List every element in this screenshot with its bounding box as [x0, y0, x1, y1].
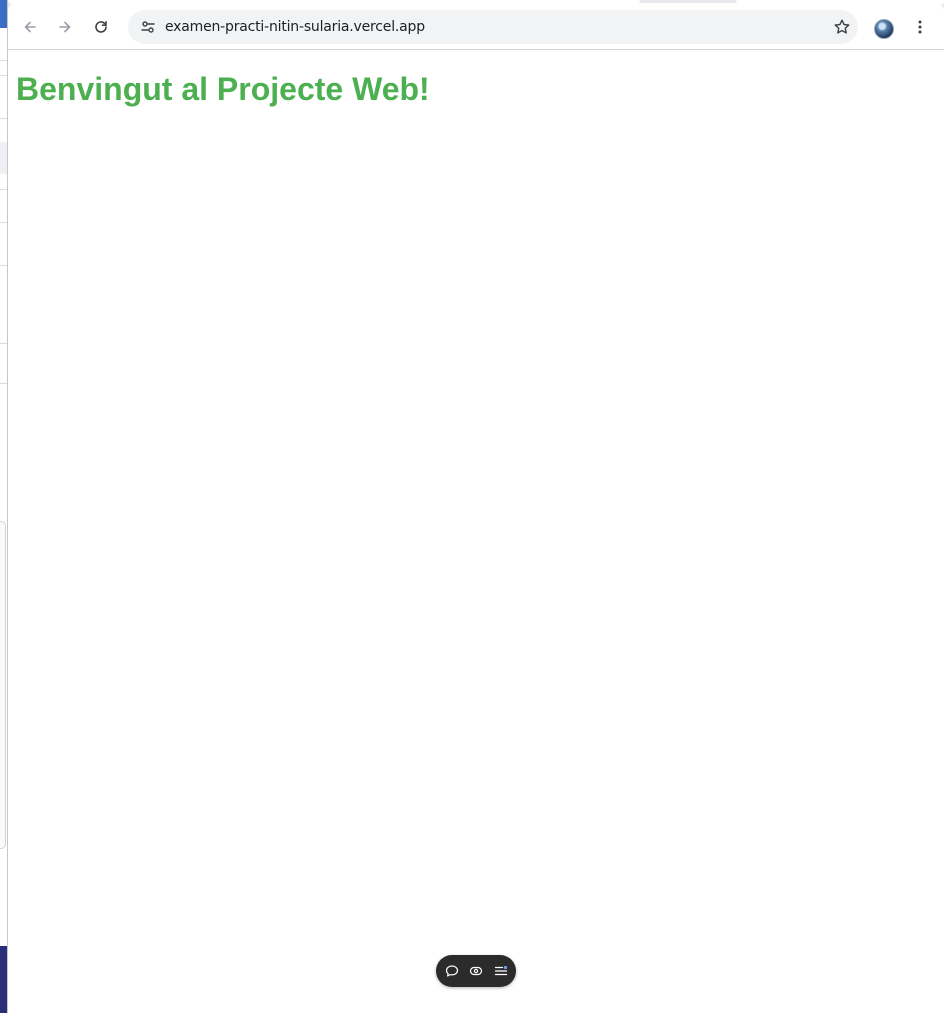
browser-toolbar: examen-practi-nitin-sularia.vercel.app [8, 3, 944, 50]
star-outline-icon [834, 19, 850, 34]
eye-toggle-icon [469, 966, 483, 976]
reload-button[interactable] [85, 11, 117, 43]
tune-icon [141, 21, 155, 33]
kebab-menu-icon [918, 20, 922, 34]
comment-icon [445, 965, 458, 977]
reload-icon [95, 21, 107, 33]
page-content: Benvingut al Projecte Web! [8, 50, 944, 1013]
floating-toolbar [436, 955, 516, 987]
site-info-button[interactable] [132, 11, 164, 43]
profile-avatar[interactable] [874, 19, 894, 39]
bookmark-button[interactable] [826, 11, 858, 43]
screen: examen-practi-nitin-sularia.vercel.app B… [0, 0, 944, 1013]
address-bar[interactable]: examen-practi-nitin-sularia.vercel.app [128, 10, 858, 44]
page-heading: Benvingut al Projecte Web! [16, 71, 430, 107]
arrow-left-icon [24, 21, 36, 33]
comment-button[interactable] [443, 962, 461, 980]
list-settings-button[interactable] [492, 962, 510, 980]
list-settings-icon [494, 965, 507, 976]
back-button[interactable] [14, 11, 46, 43]
browser-window: examen-practi-nitin-sularia.vercel.app B… [7, 0, 944, 1013]
forward-button[interactable] [49, 11, 81, 43]
arrow-right-icon [59, 21, 71, 33]
eye-toggle-button[interactable] [467, 962, 485, 980]
url-text[interactable]: examen-practi-nitin-sularia.vercel.app [165, 10, 425, 44]
browser-menu-button[interactable] [904, 11, 936, 43]
